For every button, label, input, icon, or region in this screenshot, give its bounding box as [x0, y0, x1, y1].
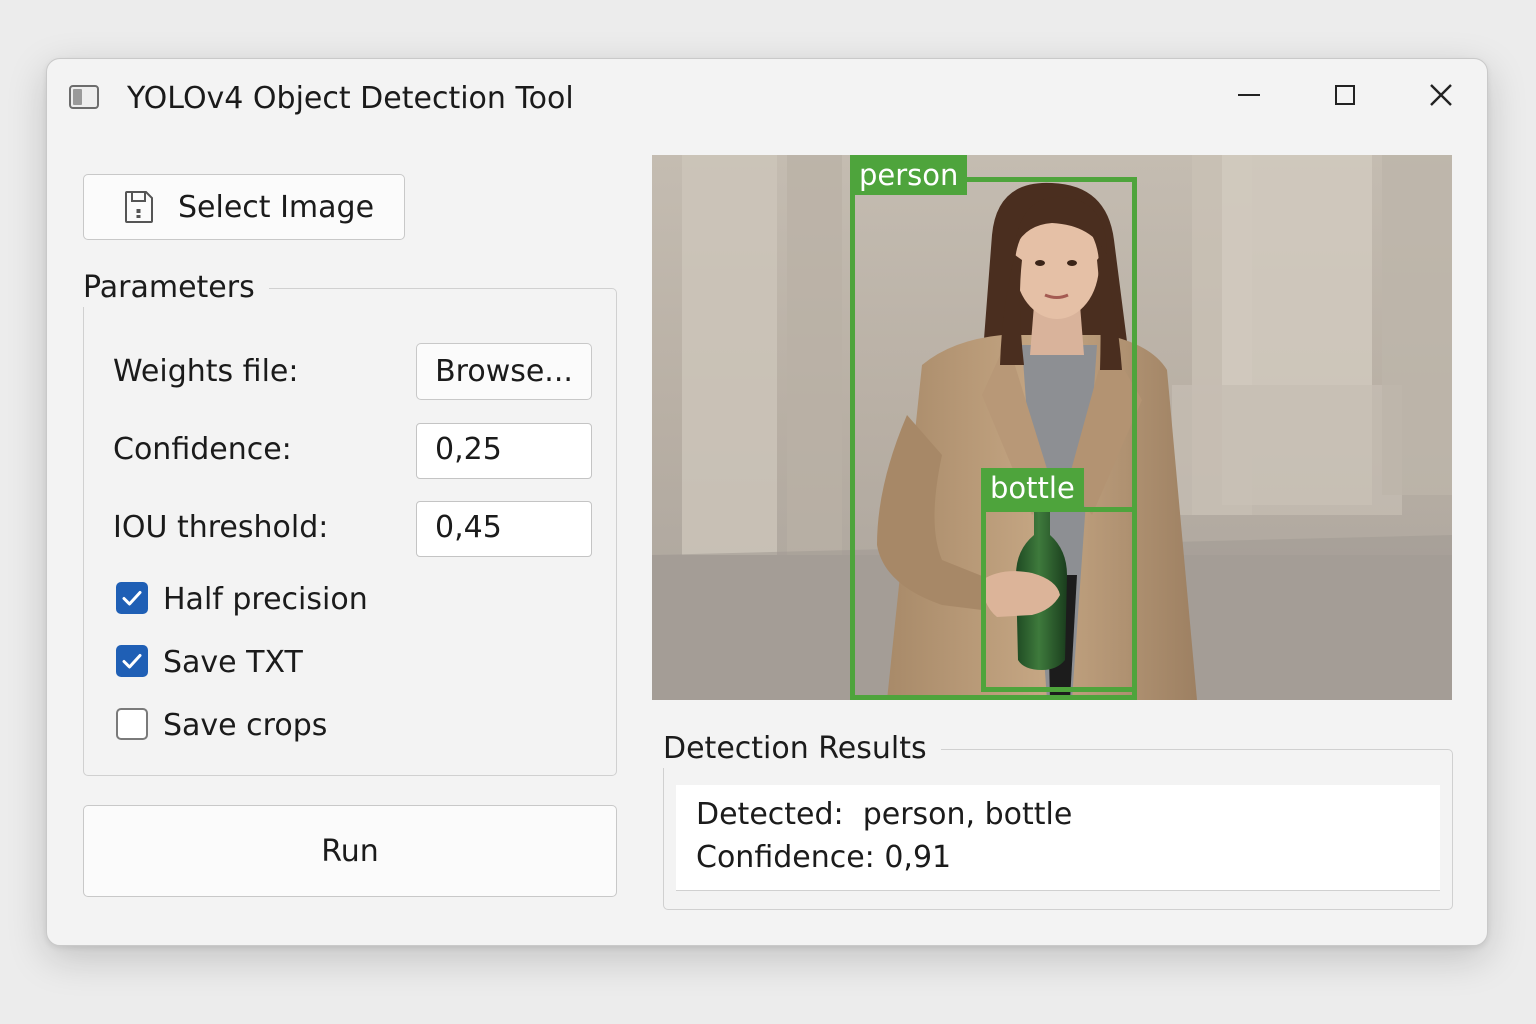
app-window: YOLOv4 Object Detection Tool Select Imag… — [46, 58, 1488, 946]
checkmark-icon — [122, 654, 142, 669]
confidence-input[interactable]: 0,25 — [416, 423, 592, 479]
save-txt-label: Save TXT — [163, 645, 303, 680]
select-image-label: Select Image — [178, 189, 375, 225]
minimize-button[interactable] — [1219, 73, 1279, 117]
confidence-result-line: Confidence: 0,91 — [696, 840, 952, 875]
bottle-detection-label: bottle — [981, 468, 1084, 508]
detection-results-output: Detected: person, bottle Confidence: 0,9… — [676, 785, 1440, 891]
detection-results-title: Detection Results — [663, 730, 941, 768]
browse-button[interactable]: Browse... — [416, 343, 592, 400]
image-preview: person bottle — [652, 155, 1452, 700]
half-precision-checkbox[interactable] — [116, 582, 148, 614]
window-title: YOLOv4 Object Detection Tool — [127, 81, 574, 116]
app-window-icon — [69, 85, 99, 109]
save-disk-icon — [125, 191, 153, 223]
save-crops-label: Save crops — [163, 708, 328, 743]
save-txt-checkbox[interactable] — [116, 645, 148, 677]
confidence-label: Confidence: — [113, 432, 292, 467]
save-crops-checkbox[interactable] — [116, 708, 148, 740]
run-button[interactable]: Run — [83, 805, 617, 897]
parameters-title: Parameters — [83, 269, 269, 307]
person-detection-label: person — [850, 155, 968, 195]
iou-threshold-label: IOU threshold: — [113, 510, 329, 545]
select-image-button[interactable]: Select Image — [83, 174, 405, 240]
detected-objects-line: Detected: person, bottle — [696, 797, 1073, 832]
half-precision-label: Half precision — [163, 582, 368, 617]
close-button[interactable] — [1411, 73, 1471, 117]
maximize-icon — [1335, 85, 1355, 105]
minimize-icon — [1238, 94, 1260, 96]
checkmark-icon — [122, 591, 142, 606]
maximize-button[interactable] — [1315, 73, 1375, 117]
close-icon — [1430, 84, 1452, 106]
weights-file-label: Weights file: — [113, 354, 299, 389]
iou-threshold-input[interactable]: 0,45 — [416, 501, 592, 557]
bottle-detection-box — [981, 507, 1137, 692]
